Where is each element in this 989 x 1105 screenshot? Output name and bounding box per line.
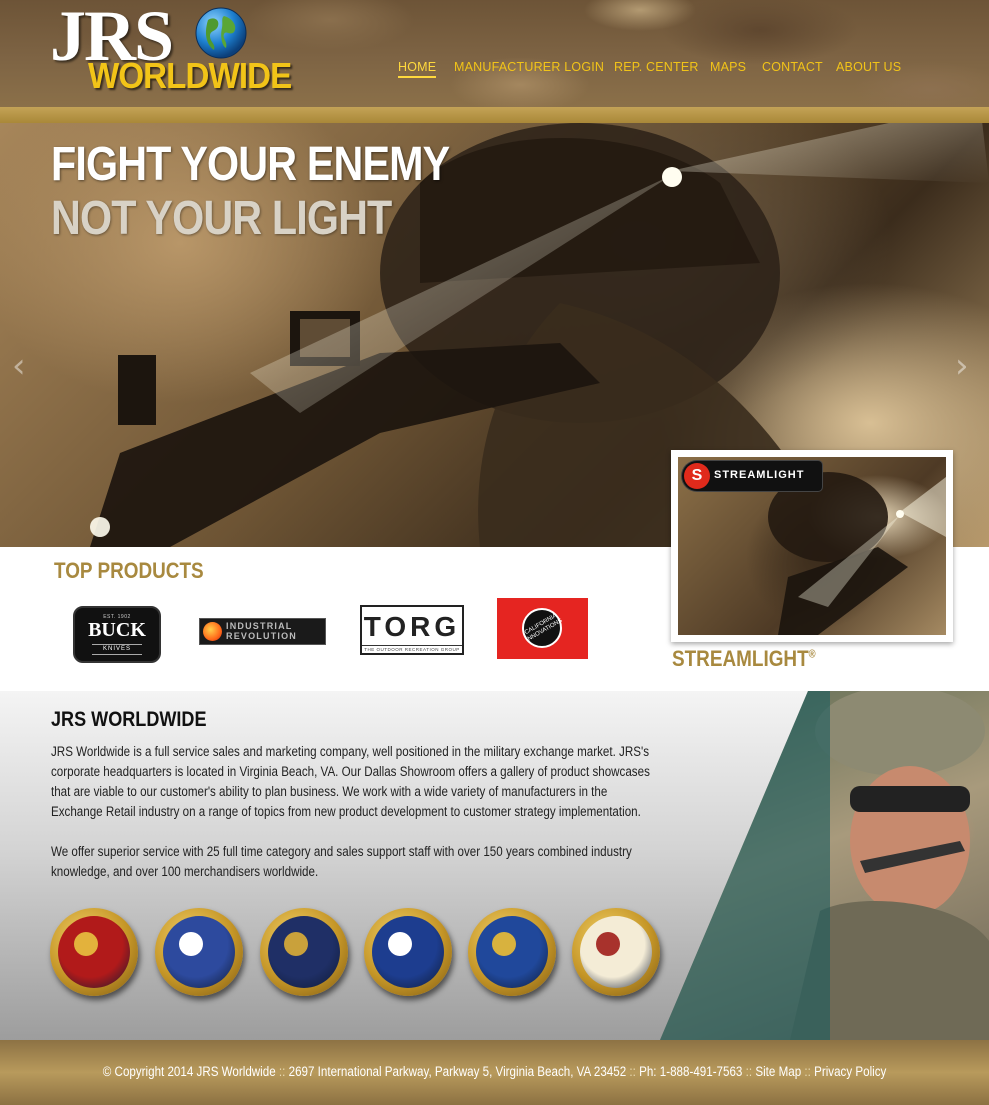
marine-corps-seal-icon[interactable]	[50, 908, 138, 996]
seal-core-1	[179, 932, 203, 956]
nav-manufacturer-login[interactable]: MANUFACTURER LOGIN	[454, 60, 604, 74]
streamlight-feature-card[interactable]: S STREAMLIGHT	[671, 450, 953, 642]
footer-address: 2697 International Parkway, Parkway 5, V…	[288, 1064, 627, 1079]
seal-core-3	[388, 932, 412, 956]
globe-icon	[195, 7, 247, 59]
site-footer: © Copyright 2014 JRS Worldwide :: 2697 I…	[0, 1040, 989, 1105]
defense-seal-icon[interactable]	[468, 908, 556, 996]
nav-rep-center[interactable]: REP. CENTER	[614, 60, 699, 74]
navy-seal-icon[interactable]	[260, 908, 348, 996]
about-section: JRS WORLDWIDE JRS Worldwide is a full se…	[0, 691, 989, 1040]
teal-overlay	[660, 691, 830, 1040]
army-seal-icon[interactable]	[572, 908, 660, 996]
site-header: JRS WORLDWIDE HOME MANUFACTURER LOGIN RE…	[0, 0, 989, 107]
brand-california-innovations-logo[interactable]: CALIFORNIA INNOVATIONS	[497, 598, 588, 659]
brand-torg-logo[interactable]: TORG THE OUTDOOR RECREATION GROUP	[360, 605, 464, 655]
seal-core-4	[492, 932, 516, 956]
footer-line: © Copyright 2014 JRS Worldwide :: 2697 I…	[0, 1064, 989, 1079]
footer-separator: ::	[629, 1064, 636, 1079]
torg-tagline: THE OUTDOOR RECREATION GROUP	[362, 645, 462, 652]
seal-core-0	[74, 932, 98, 956]
hero-title-line1: FIGHT YOUR ENEMY	[51, 138, 450, 191]
nav-about-us[interactable]: ABOUT US	[836, 60, 901, 74]
footer-separator: ::	[745, 1064, 753, 1079]
ir-line2: REVOLUTION	[226, 631, 298, 641]
flame-icon	[203, 622, 222, 641]
streamlight-caption[interactable]: STREAMLIGHT®	[672, 646, 816, 672]
ir-line1: INDUSTRIAL	[226, 621, 293, 631]
brand-industrial-revolution-logo[interactable]: INDUSTRIAL REVOLUTION	[199, 618, 326, 645]
coast-guard-seal-icon[interactable]	[155, 908, 243, 996]
streamlight-logo: S STREAMLIGHT	[682, 461, 822, 491]
footer-copyright: © Copyright 2014 JRS Worldwide	[102, 1064, 276, 1079]
about-paragraph-2: We offer superior service with 25 full t…	[51, 844, 632, 879]
buck-name-text: BUCK	[88, 619, 146, 641]
streamlight-feature-image: S STREAMLIGHT	[678, 457, 946, 635]
torg-word: TORG	[363, 611, 461, 642]
seal-core-5	[596, 932, 620, 956]
header-gold-band	[0, 107, 989, 123]
footer-phone: Ph: 1-888-491-7563	[639, 1064, 743, 1079]
main-nav: HOME MANUFACTURER LOGIN REP. CENTER MAPS…	[0, 60, 989, 84]
footer-privacy-link[interactable]: Privacy Policy	[814, 1064, 886, 1079]
jrs-worldwide-logo[interactable]: JRS WORLDWIDE	[48, 0, 292, 102]
footer-separator: ::	[278, 1064, 286, 1079]
streamlight-logo-text: STREAMLIGHT	[714, 469, 805, 481]
seal-core-2	[284, 932, 308, 956]
streamlight-badge-icon: S	[684, 463, 710, 489]
streamlight-caption-text: STREAMLIGHT	[672, 646, 809, 671]
slider-prev-arrow-icon[interactable]: ‹	[12, 349, 32, 383]
hero-title-line2: NOT YOUR LIGHT	[51, 192, 392, 245]
registered-mark: ®	[808, 648, 816, 661]
air-force-seal-icon[interactable]	[364, 908, 452, 996]
brand-buck-knives-logo[interactable]: EST. 1902 BUCK KNIVES	[73, 606, 161, 663]
about-heading: JRS WORLDWIDE	[51, 708, 207, 731]
nav-contact[interactable]: CONTACT	[762, 60, 823, 74]
top-products-heading: TOP PRODUCTS	[54, 558, 204, 583]
about-paragraph-1: JRS Worldwide is a full service sales an…	[51, 744, 650, 819]
slider-next-arrow-icon[interactable]: ›	[955, 349, 975, 383]
footer-sitemap-link[interactable]: Site Map	[755, 1064, 801, 1079]
buck-sub-text: KNIVES	[92, 644, 142, 655]
ir-text: INDUSTRIAL REVOLUTION	[226, 621, 297, 641]
nav-maps[interactable]: MAPS	[710, 60, 746, 74]
footer-separator: ::	[804, 1064, 811, 1079]
nav-home[interactable]: HOME	[398, 60, 437, 78]
